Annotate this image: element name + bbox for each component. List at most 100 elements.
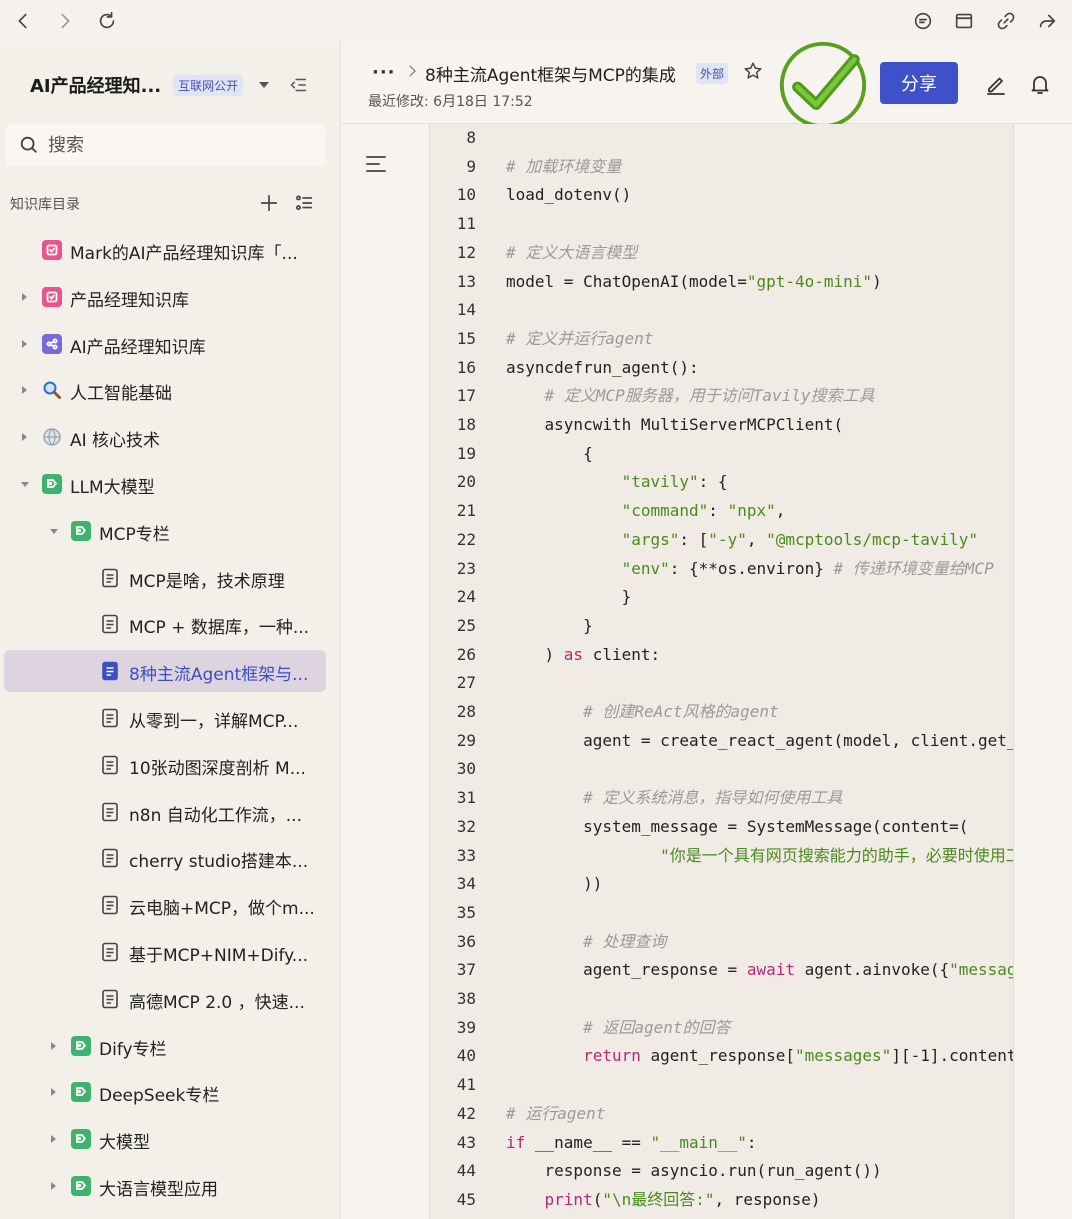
sidebar-item[interactable]: MCP专栏 [4, 510, 326, 552]
sidebar-item[interactable]: LLM大模型 [4, 463, 326, 505]
code-token: { [506, 443, 593, 463]
forward-button[interactable] [50, 6, 80, 36]
code-text: load_dotenv() [506, 181, 631, 209]
reload-icon [99, 11, 115, 29]
green-tag-icon [71, 1082, 91, 1103]
sidebar-item[interactable]: Dify专栏 [4, 1025, 326, 1067]
copy-link-button[interactable] [991, 6, 1021, 36]
outline-toggle-button[interactable] [364, 152, 388, 176]
code-text: # 创建ReAct风格的agent [506, 698, 779, 726]
expand-arrow-icon[interactable] [22, 433, 27, 442]
sidebar-item[interactable]: 大模型 [4, 1118, 326, 1160]
code-line: 32 system_message = SystemMessage(conten… [430, 813, 1013, 841]
code-token: agent_response = [506, 960, 747, 980]
code-text: } [506, 612, 593, 640]
add-doc-button[interactable] [258, 192, 280, 214]
sidebar-item[interactable]: 10张动图深度剖析 M... [4, 744, 326, 786]
edit-button[interactable] [984, 72, 1008, 96]
expand-arrow-icon[interactable] [22, 339, 27, 348]
code-token: "__main__" [650, 1132, 747, 1152]
line-number: 23 [456, 558, 476, 578]
sidebar-item-label: 基于MCP+NIM+Dify... [129, 946, 309, 966]
search-icon [20, 136, 37, 153]
star-icon [744, 62, 762, 79]
sidebar-item[interactable]: 人工智能基础 [4, 369, 326, 411]
notification-button[interactable] [1028, 72, 1052, 96]
collapse-sidebar-button[interactable] [287, 74, 309, 96]
sidebar-item[interactable]: AI 核心技术 [4, 416, 326, 458]
expand-arrow-icon[interactable] [51, 1135, 56, 1144]
line-number: 40 [456, 1046, 476, 1066]
code-token: : { [698, 472, 728, 492]
favorite-button[interactable] [742, 60, 764, 82]
purple-share-icon [42, 333, 62, 354]
sidebar-item-label: MCP + 数据库，一种... [129, 618, 310, 639]
sidebar-item[interactable]: 基于MCP+NIM+Dify... [4, 931, 326, 973]
window-button[interactable] [949, 6, 979, 36]
pencil-icon [987, 77, 1005, 95]
share-arrow-icon [1039, 14, 1056, 28]
sidebar-item[interactable]: n8n 自动化工作流，... [4, 791, 326, 833]
forward-share-button[interactable] [1032, 6, 1062, 36]
search-input[interactable] [48, 134, 298, 156]
code-line: 20 "tavily": { [430, 468, 1013, 496]
code-token: # 定义系统消息，指导如何使用工具 [506, 788, 843, 808]
sidebar-item[interactable]: DeepSeek专栏 [4, 1071, 326, 1113]
expand-arrow-icon[interactable] [51, 1088, 56, 1097]
code-text: response = asyncio.run(run_agent()) [506, 1157, 882, 1185]
more-breadcrumb-button[interactable]: ··· [372, 62, 396, 83]
sidebar-item[interactable]: 8种主流Agent框架与... [4, 650, 326, 693]
share-button[interactable]: 分享 [880, 62, 958, 104]
doc-header: ··· 8种主流Agent框架与MCP的集成 外部 最近修改: 6月18日 17… [342, 41, 1072, 129]
toc-view-button[interactable] [293, 192, 315, 214]
line-number: 30 [456, 759, 476, 779]
sidebar-item-label: 大语言模型应用 [99, 1180, 218, 1200]
back-button[interactable] [8, 6, 38, 36]
chevron-left-icon [18, 13, 27, 29]
code-line: 41 [430, 1071, 1013, 1099]
kb-dropdown-icon[interactable] [259, 82, 270, 88]
expand-arrow-icon[interactable] [51, 1182, 56, 1190]
sidebar-item[interactable]: 高德MCP 2.0 ，快速... [4, 978, 326, 1020]
code-text: return agent_response["messages"][-1].co… [506, 1042, 1013, 1070]
sidebar-item[interactable]: Mark的AI产品经理知识库「... [4, 229, 326, 271]
toc-label: 知识库目录 [10, 197, 80, 213]
reload-button[interactable] [92, 6, 122, 36]
expand-arrow-icon[interactable] [51, 1041, 56, 1050]
expand-arrow-icon[interactable] [22, 386, 27, 395]
sidebar-item[interactable]: 云电脑+MCP，做个m... [4, 884, 326, 926]
code-text: )) [506, 870, 602, 898]
sidebar: AI产品经理知... 互联网公开 知识库目录 Mark的AI产品经理知识库「..… [0, 42, 341, 1219]
search-box[interactable] [6, 124, 326, 166]
doc-title[interactable]: 8种主流Agent框架与MCP的集成 [425, 61, 676, 86]
code-text: # 运行agent [506, 1100, 605, 1128]
comment-button[interactable] [908, 6, 938, 36]
code-block[interactable]: 8 9 # 加载环境变量 10 load_dotenv() 11 12 # 定义大语言模型 13… [429, 124, 1014, 1219]
code-token: "@mcptools/mcp-tavily" [766, 529, 979, 549]
sidebar-item[interactable]: MCP是啥，技术原理 [4, 557, 326, 599]
code-line: 9 # 加载环境变量 [430, 153, 1013, 181]
sidebar-item[interactable]: cherry studio搭建本... [4, 837, 326, 879]
code-text: ) as client: [506, 641, 661, 669]
sidebar-item[interactable]: MCP + 数据库，一种... [4, 603, 326, 645]
collapse-arrow-icon[interactable] [21, 482, 29, 487]
kb-title[interactable]: AI产品经理知... [30, 72, 161, 98]
code-line: 25 } [430, 612, 1013, 640]
code-line: 38 [430, 985, 1013, 1013]
collapse-arrow-icon[interactable] [50, 528, 58, 534]
sidebar-item[interactable]: 产品经理知识库 [4, 276, 326, 318]
sidebar-item-label: MCP是啥，技术原理 [129, 571, 285, 592]
line-number: 34 [456, 874, 476, 894]
code-token: # 加载环境变量 [506, 156, 622, 176]
expand-arrow-icon[interactable] [22, 292, 27, 301]
last-modified: 最近修改: 6月18日 17:52 [368, 94, 533, 110]
code-line: 12 # 定义大语言模型 [430, 239, 1013, 267]
line-number: 26 [456, 644, 476, 664]
sidebar-item[interactable]: 从零到一，详解MCP... [4, 697, 326, 739]
sidebar-item[interactable]: 大语言模型应用 [4, 1165, 326, 1207]
code-line: 24 } [430, 583, 1013, 611]
sidebar-item[interactable]: AI产品经理知识库 [4, 323, 326, 365]
sidebar-item-label: MCP专栏 [99, 524, 170, 545]
